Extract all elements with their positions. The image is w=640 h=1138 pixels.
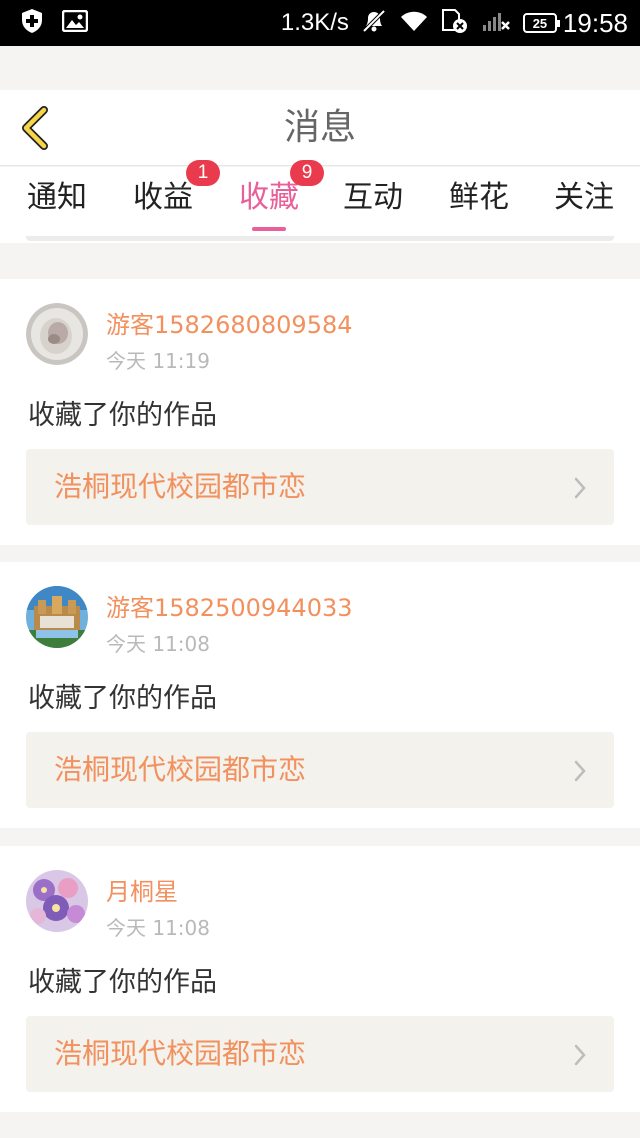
tab-flowers[interactable]: 鲜花 [438,167,520,233]
message-card: 游客1582500944033 今天 11:08 收藏了你的作品 浩桐现代校园都… [0,562,640,828]
tab-badge: 1 [186,160,220,186]
tab-bar-divider [26,236,614,241]
active-tab-indicator [252,227,286,231]
timestamp: 今天 11:08 [106,632,210,656]
image-icon [61,9,89,36]
header: 消息 [0,90,640,166]
status-bar: 1.3K/s 25 19:58 [0,0,640,46]
username[interactable]: 游客1582680809584 [106,305,353,340]
username[interactable]: 游客1582500944033 [106,588,353,623]
tab-favorites[interactable]: 收藏 9 [228,160,324,233]
message-card: 游客1582680809584 今天 11:19 收藏了你的作品 浩桐现代校园都… [0,279,640,545]
shield-plus-icon [20,8,44,38]
message-card: 月桐星 今天 11:08 收藏了你的作品 浩桐现代校园都市恋 [0,846,640,1112]
tab-label: 鲜花 [449,180,509,215]
tab-interactions[interactable]: 互动 [332,167,414,233]
work-title: 浩桐现代校园都市恋 [54,753,307,786]
tab-earnings[interactable]: 收益 1 [122,160,220,233]
clock: 19:58 [562,7,628,38]
tab-label: 收藏 [239,180,299,215]
sim-error-icon [441,8,469,38]
tab-following[interactable]: 关注 [543,167,625,233]
mute-icon [361,8,387,38]
page-title: 消息 [283,107,356,148]
avatar[interactable] [26,870,88,932]
work-link[interactable]: 浩桐现代校园都市恋 [26,732,614,808]
avatar[interactable] [26,586,88,648]
tab-badge: 9 [290,160,324,186]
tab-label: 通知 [27,180,87,215]
avatar[interactable] [26,303,88,365]
message-text: 收藏了你的作品 [28,683,217,714]
message-text: 收藏了你的作品 [28,400,217,431]
message-text: 收藏了你的作品 [28,967,217,998]
tab-label: 互动 [343,180,403,215]
wifi-icon [399,9,429,37]
work-link[interactable]: 浩桐现代校园都市恋 [26,449,614,525]
username[interactable]: 月桐星 [106,872,178,907]
tab-notifications[interactable]: 通知 [16,167,98,233]
tab-label: 关注 [554,180,614,215]
battery-icon: 25 [522,13,560,33]
chevron-right-icon [574,1044,586,1066]
tab-label: 收益 [133,180,193,215]
tab-bar: 通知 收益 1 收藏 9 互动 鲜花 关注 [0,160,640,243]
work-title: 浩桐现代校园都市恋 [54,470,307,503]
chevron-right-icon [574,760,586,782]
work-link[interactable]: 浩桐现代校园都市恋 [26,1016,614,1092]
timestamp: 今天 11:19 [106,349,210,373]
work-title: 浩桐现代校园都市恋 [54,1037,307,1070]
signal-off-icon [481,9,511,37]
network-speed: 1.3K/s [280,9,349,36]
chevron-right-icon [574,477,586,499]
timestamp: 今天 11:08 [106,916,210,940]
